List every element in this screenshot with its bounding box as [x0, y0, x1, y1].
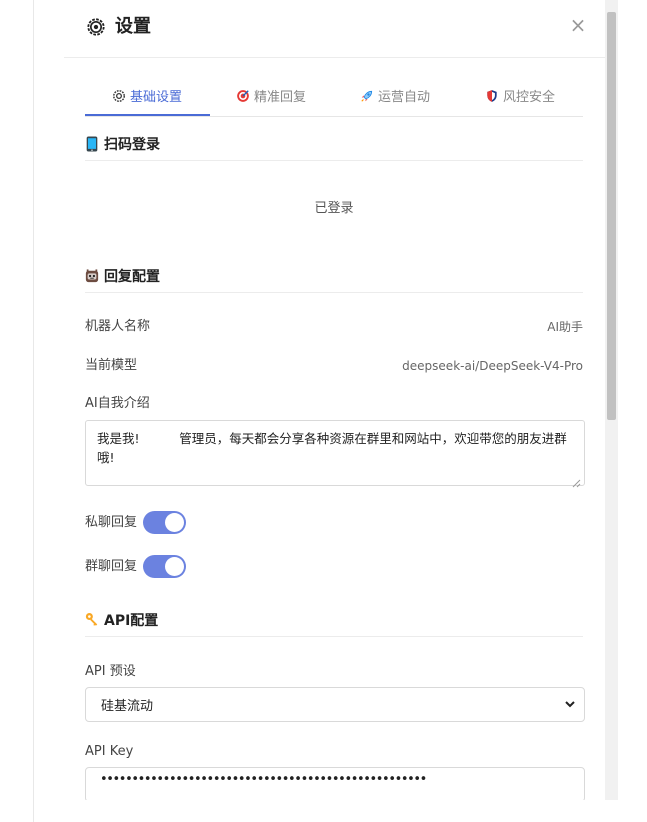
bot-name-value: AI助手	[547, 320, 583, 334]
group-reply-toggle[interactable]	[143, 555, 186, 578]
tab-precise-reply[interactable]: 精准回复	[236, 82, 306, 114]
rocket-icon	[361, 90, 373, 102]
scrollbar-thumb[interactable]	[607, 12, 616, 420]
settings-panel: 设置 × 基础设置 精准回复 运营自动 风控安全 扫码登录 已登录 回复配置 机…	[64, 0, 605, 800]
intro-label: AI自我介绍	[85, 396, 150, 411]
toggle-knob	[165, 513, 184, 532]
tab-bar: 基础设置 精准回复 运营自动 风控安全	[85, 82, 583, 117]
toggle-knob	[165, 557, 184, 576]
mobile-phone-icon	[86, 136, 98, 152]
tab-label: 风控安全	[503, 90, 556, 105]
bot-name-label: 机器人名称	[85, 319, 151, 334]
api-key-label: API Key	[85, 744, 134, 759]
private-reply-toggle[interactable]	[143, 511, 186, 534]
section-api-config: API配置	[85, 610, 583, 637]
outer-border	[33, 0, 34, 822]
close-button[interactable]: ×	[567, 14, 589, 36]
shield-icon	[487, 90, 497, 102]
target-icon	[237, 90, 249, 102]
tab-label: 基础设置	[130, 90, 183, 105]
api-key-input[interactable]: ••••••••••••••••••••••••••••••••••••••••…	[85, 767, 585, 800]
tab-label: 精准回复	[254, 90, 307, 105]
section-title-text: 扫码登录	[104, 137, 160, 153]
section-title-text: 回复配置	[104, 269, 160, 285]
page-title: 设置	[115, 16, 151, 37]
section-title-text: API配置	[104, 613, 159, 629]
robot-icon	[85, 269, 99, 283]
active-tab-indicator	[85, 114, 210, 116]
masked-key: ••••••••••••••••••••••••••••••••••••••••…	[100, 772, 427, 787]
tab-risk-security[interactable]: 风控安全	[485, 82, 555, 114]
api-preset-select[interactable]: 硅基流动	[85, 687, 585, 722]
intro-textarea[interactable]: 我是我! 管理员，每天都会分享各种资源在群里和网站中，欢迎带您的朋友进群哦!	[85, 420, 585, 486]
tab-ops-auto[interactable]: 运营自动	[360, 82, 430, 114]
chevron-down-icon	[565, 701, 575, 708]
resize-handle-icon[interactable]	[571, 478, 581, 488]
selected-value: 硅基流动	[101, 699, 154, 714]
key-icon	[85, 613, 98, 626]
private-reply-label: 私聊回复	[85, 515, 138, 530]
gear-icon	[87, 18, 105, 36]
section-reply-config: 回复配置	[85, 266, 583, 293]
page: 设置 × 基础设置 精准回复 运营自动 风控安全 扫码登录 已登录 回复配置 机…	[0, 0, 647, 822]
group-reply-label: 群聊回复	[85, 559, 138, 574]
api-preset-label: API 预设	[85, 664, 136, 679]
panel-header: 设置 ×	[64, 0, 605, 58]
scrollbar[interactable]	[605, 0, 618, 800]
tab-label: 运营自动	[378, 90, 431, 105]
tab-basic-settings[interactable]: 基础设置	[112, 82, 182, 114]
login-status: 已登录	[314, 201, 354, 216]
gear-icon	[113, 90, 125, 102]
section-scan-login: 扫码登录	[85, 134, 583, 161]
model-value: deepseek-ai/DeepSeek-V4-Pro	[402, 359, 583, 373]
model-label: 当前模型	[85, 358, 138, 373]
